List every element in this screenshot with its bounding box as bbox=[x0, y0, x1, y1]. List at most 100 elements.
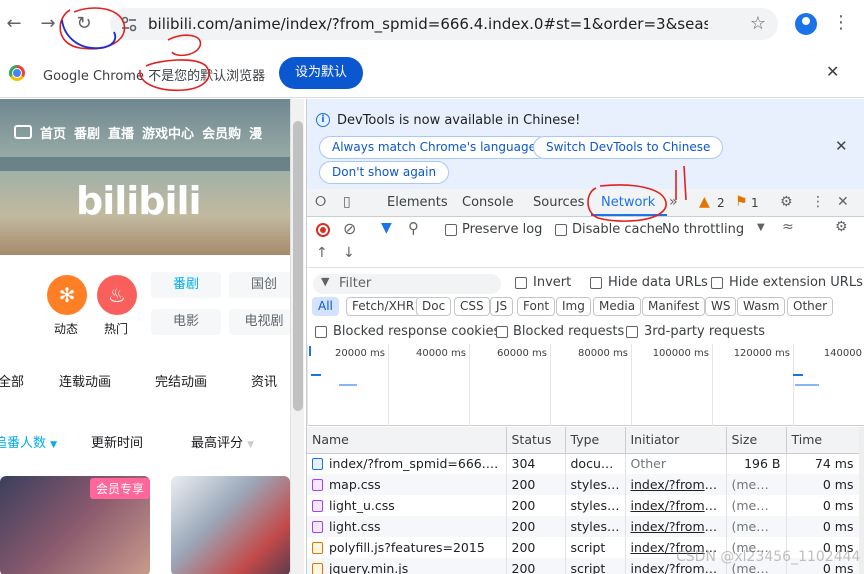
column-time[interactable]: Time bbox=[786, 427, 860, 454]
sort-followers[interactable]: 追番人数 ▼ bbox=[0, 432, 57, 451]
page-scrollbar[interactable] bbox=[290, 99, 304, 574]
column-status[interactable]: Status bbox=[506, 427, 566, 454]
tab-sources[interactable]: Sources bbox=[533, 195, 584, 210]
back-icon[interactable]: ← bbox=[2, 12, 26, 36]
forward-icon[interactable]: → bbox=[36, 12, 60, 36]
type-filter-fetch[interactable]: Fetch/XHR bbox=[346, 297, 421, 316]
blocked-cookies-checkbox[interactable] bbox=[315, 326, 327, 338]
preserve-log-checkbox[interactable] bbox=[445, 224, 457, 236]
bilibili-logo[interactable]: bilibili bbox=[76, 179, 202, 223]
blocked-requests-label[interactable]: Blocked requests bbox=[513, 324, 624, 339]
sort-rating[interactable]: 最高评分 ▼ bbox=[191, 432, 254, 451]
device-toolbar-icon[interactable]: ▯ bbox=[343, 194, 351, 210]
import-har-icon[interactable]: ↑ bbox=[316, 245, 328, 261]
column-size[interactable]: Size bbox=[726, 427, 787, 454]
close-devtools-icon[interactable]: ✕ bbox=[837, 194, 849, 210]
category-ongoing[interactable]: 连载动画 bbox=[59, 371, 111, 390]
table-row[interactable]: map.css 200 stylesh... index/?from_spm (memo… bbox=[307, 474, 860, 495]
disable-cache-label[interactable]: Disable cache bbox=[572, 222, 663, 237]
tab-network[interactable]: Network bbox=[601, 195, 655, 210]
category-news[interactable]: 资讯 bbox=[251, 371, 277, 390]
infobar-close-icon[interactable]: ✕ bbox=[826, 62, 839, 81]
type-filter-ws[interactable]: WS bbox=[705, 297, 737, 316]
invert-label[interactable]: Invert bbox=[533, 275, 571, 290]
issues-icon[interactable]: ⚑ bbox=[735, 194, 748, 210]
hide-data-urls-checkbox[interactable] bbox=[590, 277, 602, 289]
match-language-button[interactable]: Always match Chrome's language bbox=[319, 136, 549, 159]
record-icon[interactable] bbox=[316, 223, 330, 237]
table-row[interactable]: light_u.css 200 stylesh... index/?from_spm (… bbox=[307, 495, 860, 516]
export-har-icon[interactable]: ↓ bbox=[343, 245, 355, 261]
table-row[interactable]: index/?from_spmid=666.4.i... 304 docum... O… bbox=[307, 453, 860, 474]
network-settings-icon[interactable]: ⚙ bbox=[835, 219, 848, 235]
site-settings-icon[interactable] bbox=[120, 15, 138, 33]
pinwheel-icon[interactable]: ✻ bbox=[47, 275, 87, 315]
bookmark-star-icon[interactable]: ☆ bbox=[750, 13, 766, 34]
chrome-menu-icon[interactable]: ⋮ bbox=[832, 12, 850, 33]
hide-extension-urls-label[interactable]: Hide extension URLs bbox=[729, 275, 863, 290]
type-filter-all[interactable]: All bbox=[312, 297, 339, 316]
switch-chinese-button[interactable]: Switch DevTools to Chinese bbox=[533, 136, 724, 159]
nav-manga[interactable]: 漫 bbox=[249, 123, 262, 142]
third-party-checkbox[interactable] bbox=[626, 326, 638, 338]
nav-home[interactable]: 首页 bbox=[40, 123, 66, 142]
filter-funnel-icon[interactable]: ▼ bbox=[381, 220, 392, 236]
cell-initiator[interactable]: index/?from_spm bbox=[625, 516, 727, 537]
shortcut-hot-label[interactable]: 热门 bbox=[104, 320, 128, 337]
cell-initiator[interactable]: index/?from_spm bbox=[625, 474, 727, 495]
anime-card[interactable] bbox=[171, 476, 290, 574]
type-filter-js[interactable]: JS bbox=[490, 297, 514, 316]
clear-icon[interactable]: ⊘ bbox=[343, 219, 356, 238]
cell-initiator[interactable]: index/?from_spm bbox=[625, 495, 727, 516]
table-row[interactable]: light.css 200 stylesh... index/?from_spm (me… bbox=[307, 516, 860, 537]
column-name[interactable]: Name bbox=[307, 427, 507, 454]
nav-live[interactable]: 直播 bbox=[108, 123, 134, 142]
more-tabs-icon[interactable]: » bbox=[669, 194, 678, 210]
type-filter-other[interactable]: Other bbox=[787, 297, 834, 316]
blocked-cookies-label[interactable]: Blocked response cookies bbox=[333, 324, 500, 339]
profile-avatar-icon[interactable] bbox=[795, 13, 817, 35]
devtools-menu-icon[interactable]: ⋮ bbox=[811, 194, 825, 210]
nav-mall[interactable]: 会员购 bbox=[202, 123, 241, 142]
tab-console[interactable]: Console bbox=[462, 195, 514, 210]
network-overview[interactable]: 20000 ms 40000 ms 60000 ms 80000 ms 1000… bbox=[307, 344, 864, 426]
type-filter-doc[interactable]: Doc bbox=[416, 297, 452, 316]
third-party-label[interactable]: 3rd-party requests bbox=[644, 324, 765, 339]
settings-gear-icon[interactable]: ⚙ bbox=[780, 194, 793, 210]
banner-close-icon[interactable]: ✕ bbox=[835, 137, 848, 155]
reload-icon[interactable]: ↻ bbox=[72, 12, 96, 36]
chip-movie[interactable]: 电影 bbox=[151, 309, 221, 335]
hide-extension-urls-checkbox[interactable] bbox=[711, 277, 723, 289]
invert-checkbox[interactable] bbox=[515, 277, 527, 289]
set-default-button[interactable]: 设为默认 bbox=[279, 57, 363, 89]
warnings-count[interactable]: 2 bbox=[717, 196, 725, 210]
throttling-dropdown-icon[interactable]: ▼ bbox=[757, 222, 765, 233]
hide-data-urls-label[interactable]: Hide data URLs bbox=[608, 275, 708, 290]
column-initiator[interactable]: Initiator bbox=[625, 427, 727, 454]
dont-show-again-button[interactable]: Don't show again bbox=[319, 161, 450, 184]
filter-input[interactable]: ▼ Filter bbox=[313, 274, 501, 294]
type-filter-font[interactable]: Font bbox=[517, 297, 556, 316]
type-filter-wasm[interactable]: Wasm bbox=[737, 297, 786, 316]
disable-cache-checkbox[interactable] bbox=[555, 224, 567, 236]
category-all[interactable]: 全部 bbox=[0, 371, 24, 390]
type-filter-img[interactable]: Img bbox=[556, 297, 591, 316]
url-text[interactable]: bilibili.com/anime/index/?from_spmid=666… bbox=[148, 15, 708, 33]
chip-guochuang[interactable]: 国创 bbox=[229, 272, 290, 298]
shortcut-dynamic-label[interactable]: 动态 bbox=[54, 320, 78, 337]
type-filter-css[interactable]: CSS bbox=[454, 297, 490, 316]
address-bar[interactable]: bilibili.com/anime/index/?from_spmid=666… bbox=[110, 8, 778, 40]
chip-anime[interactable]: 番剧 bbox=[151, 272, 221, 298]
warning-icon[interactable]: ▲ bbox=[699, 194, 710, 210]
type-filter-media[interactable]: Media bbox=[593, 297, 642, 316]
type-filter-manifest[interactable]: Manifest bbox=[642, 297, 706, 316]
category-finished[interactable]: 完结动画 bbox=[155, 371, 207, 390]
blocked-requests-checkbox[interactable] bbox=[496, 326, 508, 338]
chip-tv[interactable]: 电视剧 bbox=[229, 309, 290, 335]
sort-update[interactable]: 更新时间 bbox=[91, 432, 143, 451]
inspect-element-icon[interactable]: ⭘ bbox=[315, 194, 326, 210]
search-icon[interactable]: ⚲ bbox=[408, 219, 419, 237]
flame-icon[interactable]: ♨ bbox=[97, 275, 137, 315]
throttling-select[interactable]: No throttling bbox=[662, 222, 744, 237]
nav-games[interactable]: 游戏中心 bbox=[142, 123, 194, 142]
